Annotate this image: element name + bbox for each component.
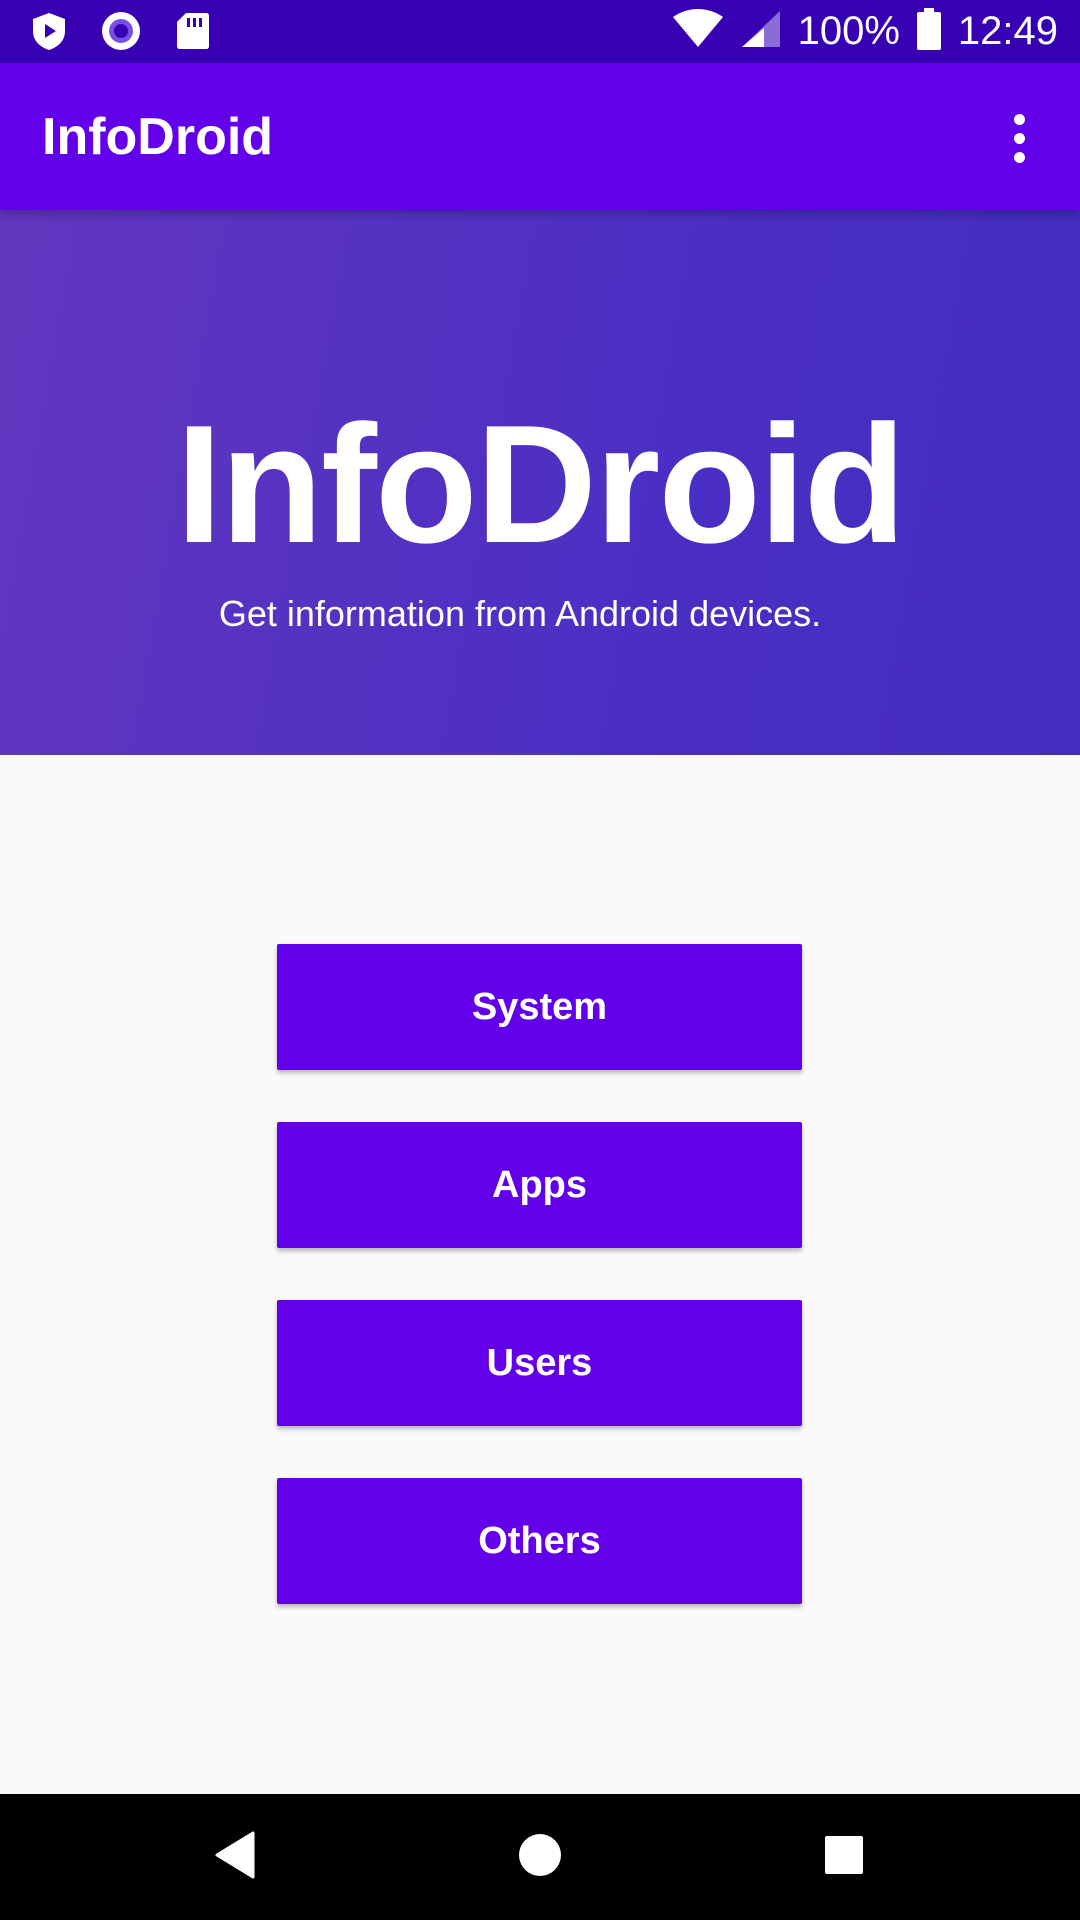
cell-signal-icon: [740, 9, 782, 54]
others-button[interactable]: Others: [277, 1478, 802, 1604]
clock: 12:49: [957, 9, 1058, 53]
system-button[interactable]: System: [277, 944, 802, 1070]
more-options-button[interactable]: [984, 103, 1054, 173]
home-icon: [518, 1833, 562, 1882]
shield-play-icon: [28, 10, 70, 52]
circle-record-icon: [100, 10, 142, 52]
wifi-icon: [672, 9, 724, 54]
apps-button[interactable]: Apps: [277, 1122, 802, 1248]
home-button[interactable]: [477, 1794, 603, 1920]
back-icon: [213, 1831, 257, 1884]
hero-subtitle: Get information from Android devices.: [218, 593, 822, 634]
navigation-bar: [0, 1794, 1080, 1920]
app-bar: InfoDroid: [0, 63, 1080, 210]
back-button[interactable]: [172, 1794, 298, 1920]
recents-button[interactable]: [781, 1794, 907, 1920]
status-right: 100% 12:49: [672, 0, 1058, 63]
hero-title: InfoDroid: [175, 390, 906, 578]
sd-card-icon: [172, 10, 214, 52]
app-title: InfoDroid: [42, 108, 274, 166]
status-bar: 100% 12:49: [0, 0, 1080, 63]
status-left-icons: [28, 10, 214, 52]
battery-percent: 100%: [797, 9, 900, 53]
recents-icon: [824, 1835, 864, 1880]
more-vert-icon: [1013, 113, 1025, 163]
battery-icon: [916, 8, 942, 55]
users-button[interactable]: Users: [277, 1300, 802, 1426]
hero-banner: InfoDroid Get information from Android d…: [0, 210, 1080, 755]
